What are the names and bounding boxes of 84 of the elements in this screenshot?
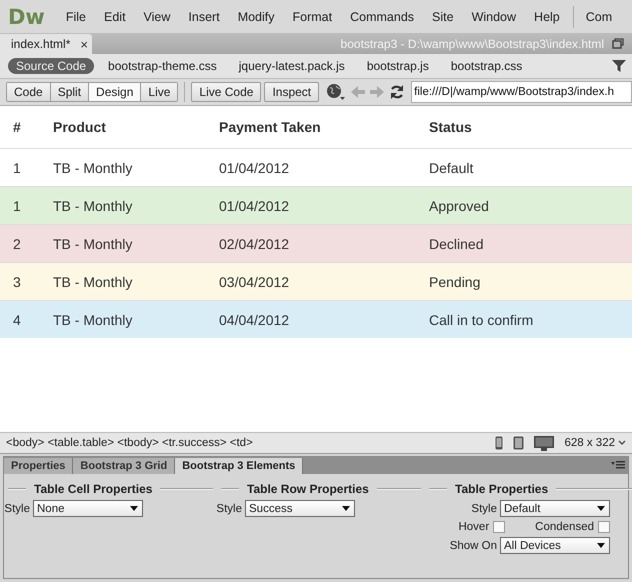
address-field[interactable]: file:///D|/wamp/www/Bootstrap3/index.h: [411, 81, 632, 103]
checkbox-label: Hover: [458, 521, 490, 533]
globe-icon[interactable]: [326, 83, 346, 101]
menu-item[interactable]: Commands: [341, 10, 424, 24]
table-cell-text: TB - Monthly: [53, 274, 134, 290]
panel-tab[interactable]: Bootstrap 3 Elements: [175, 458, 304, 474]
checkbox-label: Condensed: [535, 521, 594, 533]
field-label: Style: [216, 502, 242, 514]
panel-tab[interactable]: Bootstrap 3 Grid: [73, 458, 176, 474]
menu-item[interactable]: Window: [462, 10, 526, 24]
document-tab[interactable]: index.html* ×: [0, 34, 92, 54]
phone-icon[interactable]: [495, 436, 504, 450]
table-cell-text: TB - Monthly: [53, 312, 134, 328]
menu-item[interactable]: Help: [525, 10, 569, 24]
toolbar-button[interactable]: Inspect: [264, 82, 320, 102]
caret-icon: [342, 506, 350, 511]
view-button[interactable]: Live: [141, 83, 178, 101]
table-cell-text: Approved: [429, 198, 490, 214]
toolbar-button[interactable]: Live Code: [191, 82, 262, 102]
close-tab-button[interactable]: ×: [80, 38, 88, 50]
field-label: Show On: [450, 540, 497, 552]
menu-item[interactable]: View: [134, 10, 180, 24]
table-header-cell-text: #: [13, 119, 22, 135]
select-dropdown[interactable]: Success: [245, 500, 355, 517]
table-cell-text: 01/04/2012: [219, 160, 290, 176]
checkbox[interactable]: [598, 521, 610, 533]
related-file-tab[interactable]: bootstrap-theme.css: [100, 58, 225, 74]
panel-tab[interactable]: Properties: [4, 458, 74, 474]
section-title: Table Cell Properties: [34, 482, 152, 496]
table-cell-text: TB - Monthly: [53, 236, 134, 252]
table-cell-text: 4: [13, 312, 22, 328]
select-dropdown[interactable]: All Devices: [500, 537, 610, 554]
window-size-dropdown[interactable]: 628 x 322: [564, 437, 626, 449]
table-cell-text: 03/04/2012: [219, 274, 290, 290]
table-cell-text: 2: [13, 236, 22, 252]
table-cell-text: 04/04/2012: [219, 312, 290, 328]
select-dropdown[interactable]: Default: [500, 500, 610, 517]
table-cell-text: 1: [13, 160, 22, 176]
field-label: Style: [471, 502, 497, 514]
table-cell-text: Default: [429, 160, 474, 176]
menu-item[interactable]: Com: [586, 10, 612, 24]
tag-selector-path[interactable]: <body> <table.table> <tbody> <tr.success> <td>: [6, 437, 486, 449]
table-header-cell-text: Payment Taken: [219, 119, 322, 135]
table-cell-text: Declined: [429, 236, 484, 252]
menu-item[interactable]: File: [56, 10, 95, 24]
menu-item[interactable]: Edit: [95, 10, 135, 24]
table-cell-text: 1: [13, 198, 22, 214]
related-file-tab[interactable]: jquery-latest.pack.js: [230, 58, 353, 74]
caret-icon: [597, 543, 605, 548]
table-cell-text: 01/04/2012: [219, 198, 290, 214]
table-header-cell-text: Status: [429, 119, 473, 135]
checkbox[interactable]: [493, 521, 506, 533]
table-cell-text: TB - Monthly: [53, 198, 134, 214]
menu-item[interactable]: Format: [284, 10, 342, 24]
section-title: Table Row Properties: [247, 482, 369, 496]
caret-icon: [597, 506, 605, 511]
table-cell-text: TB - Monthly: [53, 160, 134, 176]
desktop-icon[interactable]: [534, 436, 554, 450]
refresh-icon[interactable]: [389, 84, 406, 100]
view-button[interactable]: Split: [50, 83, 90, 101]
table-cell-text: 3: [13, 274, 22, 290]
menu-item[interactable]: Modify: [228, 10, 284, 24]
restore-window-icon[interactable]: [612, 38, 624, 49]
table-cell-text: 02/04/2012: [219, 236, 290, 252]
related-file-tab[interactable]: bootstrap.css: [442, 58, 530, 74]
menu-item[interactable]: Insert: [179, 10, 229, 24]
table-cell-text: Pending: [429, 274, 482, 290]
view-button[interactable]: Design: [89, 83, 142, 101]
table-header-cell-text: Product: [53, 119, 107, 135]
tablet-icon[interactable]: [513, 436, 524, 450]
chevron-down-icon: [618, 440, 626, 446]
table-cell-text: Call in to confirm: [429, 312, 534, 328]
section-title: Table Properties: [455, 482, 548, 496]
select-dropdown[interactable]: None: [33, 500, 143, 517]
related-file-tab[interactable]: bootstrap.js: [358, 58, 437, 74]
file-path-label: bootstrap3 - D:\wamp\www\Bootstrap3\index.html: [340, 36, 604, 50]
view-button[interactable]: Code: [7, 83, 51, 101]
app-logo: Dw: [8, 4, 45, 28]
field-label: Style: [4, 502, 30, 514]
panel-menu-icon[interactable]: [611, 461, 625, 470]
caret-icon: [130, 506, 138, 511]
related-file-tab[interactable]: Source Code: [8, 58, 94, 74]
filter-icon[interactable]: [612, 59, 626, 73]
menu-item[interactable]: Site: [423, 10, 463, 24]
